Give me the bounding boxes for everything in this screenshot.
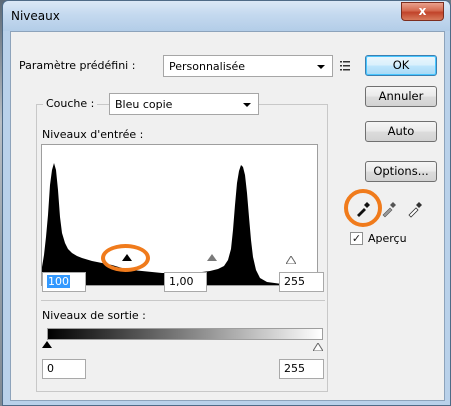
input-levels-label: Niveaux d'entrée :: [42, 128, 144, 141]
title-bar: Niveaux x: [3, 1, 450, 31]
close-button[interactable]: x: [401, 2, 444, 21]
dialog-title: Niveaux: [11, 9, 60, 23]
black-slider-highlight-ring: [101, 244, 150, 272]
histogram-graph: [42, 163, 317, 285]
gray-eyedropper-icon[interactable]: [379, 199, 399, 219]
channel-value: Bleu copie: [115, 98, 173, 111]
output-black-field[interactable]: 0: [42, 359, 86, 379]
ok-button[interactable]: OK: [365, 55, 437, 76]
preset-label: Paramètre prédéfini :: [19, 59, 136, 72]
eyedropper-highlight-ring: [344, 189, 382, 227]
preview-label: Aperçu: [368, 232, 407, 245]
preset-select[interactable]: Personnalisée: [163, 55, 333, 77]
output-white-field[interactable]: 255: [279, 359, 324, 379]
list-menu-icon[interactable]: [340, 60, 352, 72]
auto-button[interactable]: Auto: [365, 121, 437, 142]
input-white-slider[interactable]: [285, 254, 297, 265]
input-black-field[interactable]: 100: [42, 272, 86, 292]
input-gamma-value: 1,00: [169, 275, 194, 288]
input-black-value: 100: [47, 275, 70, 288]
channel-label: Couche :: [43, 97, 98, 110]
output-black-value: 0: [47, 362, 54, 375]
output-black-slider[interactable]: [42, 341, 52, 348]
input-white-field[interactable]: 255: [279, 272, 324, 292]
preset-value: Personnalisée: [169, 60, 246, 73]
channel-select[interactable]: Bleu copie: [109, 93, 259, 115]
levels-dialog: Niveaux x Paramètre prédéfini : Personna…: [2, 0, 451, 406]
output-white-value: 255: [284, 362, 305, 375]
input-gamma-field[interactable]: 1,00: [164, 272, 207, 292]
output-levels-label: Niveaux de sortie :: [42, 309, 146, 322]
cancel-button[interactable]: Annuler: [365, 86, 437, 107]
chevron-down-icon: [317, 65, 325, 69]
section-divider: [41, 300, 325, 301]
options-button[interactable]: Options...: [365, 161, 437, 182]
output-white-slider[interactable]: [312, 341, 324, 352]
close-icon: x: [418, 4, 427, 18]
white-eyedropper-icon[interactable]: [405, 199, 425, 219]
histogram: [41, 144, 318, 286]
preview-checkbox[interactable]: ✓: [350, 232, 363, 245]
dialog-body: Paramètre prédéfini : Personnalisée OK A…: [10, 31, 445, 401]
chevron-down-icon: [243, 103, 251, 107]
input-gray-slider[interactable]: [207, 254, 217, 261]
input-white-value: 255: [284, 275, 305, 288]
output-gradient-bar: [47, 328, 323, 340]
